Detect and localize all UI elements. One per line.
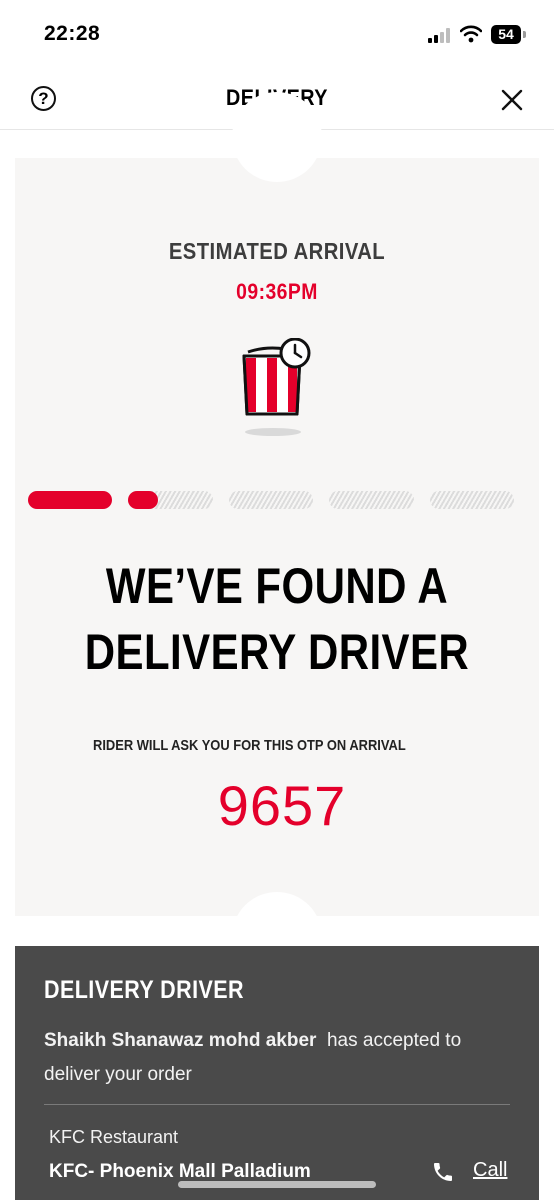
delivery-progress-bar (28, 491, 514, 509)
kfc-bucket-clock-icon (242, 338, 311, 436)
progress-segment-3 (228, 491, 314, 509)
status-time: 22:28 (44, 22, 101, 45)
estimated-arrival-time: 09:36PM (236, 279, 318, 304)
battery-tip (523, 31, 526, 38)
otp-label: RIDER WILL ASK YOU FOR THIS OTP ON ARRIV… (93, 737, 406, 754)
call-button[interactable]: Call (431, 1158, 515, 1188)
home-indicator (178, 1181, 376, 1188)
driver-section-title: DELIVERY DRIVER (44, 976, 245, 1004)
driver-name: Shaikh Shanawaz mohd akber (44, 1030, 317, 1051)
driver-message: Shaikh Shanawaz mohd akber has accepted … (44, 1024, 504, 1092)
close-icon[interactable] (499, 87, 525, 113)
delivery-driver-panel: DELIVERY DRIVER Shaikh Shanawaz mohd akb… (15, 946, 539, 1200)
progress-segment-5 (429, 491, 514, 509)
progress-segment-1 (28, 491, 113, 509)
cellular-signal-icon (428, 27, 454, 43)
delivery-status-card: ESTIMATED ARRIVAL 09:36PM WE’VE FOUND A … (15, 92, 539, 982)
ticket-notch-top (232, 92, 322, 182)
phone-icon (434, 1163, 452, 1181)
estimated-arrival-label: ESTIMATED ARRIVAL (168, 238, 386, 264)
status-bar: 22:28 54 (0, 0, 554, 70)
restaurant-name: KFC- Phoenix Mall Palladium (49, 1161, 311, 1182)
battery-icon: 54 (491, 25, 521, 44)
progress-segment-4 (329, 491, 414, 509)
call-label[interactable]: Call (473, 1159, 507, 1182)
progress-segment-2 (128, 491, 213, 509)
progress-segment-fill (128, 491, 158, 509)
divider (44, 1104, 510, 1105)
status-headline: WE’VE FOUND A DELIVERY DRIVER (84, 558, 470, 680)
restaurant-label: KFC Restaurant (49, 1127, 179, 1147)
otp-code: 9657 (217, 774, 347, 837)
wifi-icon (460, 25, 482, 43)
